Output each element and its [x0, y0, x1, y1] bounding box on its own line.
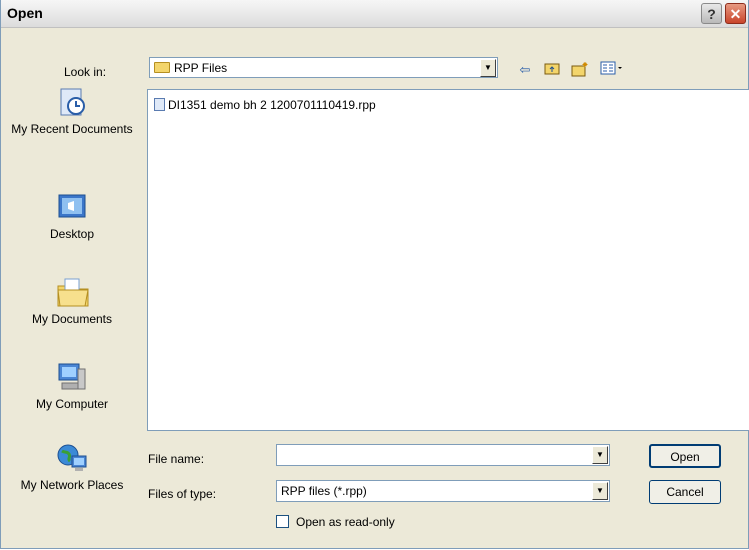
view-menu-icon[interactable] — [599, 61, 625, 79]
folder-icon — [154, 62, 170, 73]
my-documents-icon — [56, 276, 89, 308]
close-button[interactable]: ✕ — [725, 3, 746, 24]
read-only-label: Open as read-only — [296, 515, 395, 529]
look-in-combo[interactable]: RPP Files ▼ — [149, 57, 498, 78]
file-name-label: File name: — [148, 452, 205, 466]
desktop-icon — [56, 191, 88, 223]
places-bar: My Recent Documents Desktop My Documents… — [6, 86, 138, 526]
place-my-documents[interactable]: My Documents — [6, 276, 138, 326]
file-item[interactable]: DI1351 demo bh 2 1200701110419.rpp — [154, 98, 376, 112]
place-label: My Recent Documents — [11, 122, 133, 136]
recent-documents-icon — [56, 86, 88, 118]
up-folder-icon[interactable] — [543, 61, 561, 79]
file-type-label: Files of type: — [148, 487, 217, 501]
file-type-dropdown-button[interactable]: ▼ — [592, 482, 608, 500]
file-name-dropdown-button[interactable]: ▼ — [592, 446, 608, 464]
place-network-places[interactable]: My Network Places — [6, 442, 138, 492]
network-places-icon — [56, 442, 88, 474]
file-name-text: DI1351 demo bh 2 1200701110419.rpp — [168, 98, 376, 112]
new-folder-icon[interactable] — [571, 61, 589, 79]
look-in-label: Look in: — [64, 65, 107, 79]
my-computer-icon — [56, 361, 88, 393]
open-button[interactable]: Open — [649, 444, 721, 468]
place-label: My Network Places — [20, 478, 124, 492]
title-bar[interactable]: Open ? ✕ — [1, 0, 748, 28]
file-name-combo[interactable]: ▼ — [276, 444, 610, 466]
place-label: My Documents — [31, 312, 113, 326]
place-my-computer[interactable]: My Computer — [6, 361, 138, 411]
rpp-file-icon — [154, 98, 165, 111]
place-recent-documents[interactable]: My Recent Documents — [6, 86, 138, 136]
read-only-checkbox[interactable] — [276, 515, 289, 528]
back-arrow-icon[interactable]: ⇦ — [516, 61, 534, 79]
file-type-value: RPP files (*.rpp) — [281, 484, 367, 498]
look-in-value: RPP Files — [174, 61, 228, 75]
look-in-dropdown-button[interactable]: ▼ — [480, 59, 496, 77]
window-title: Open — [7, 5, 43, 21]
file-type-combo[interactable]: RPP files (*.rpp) ▼ — [276, 480, 610, 502]
open-dialog: Open ? ✕ Look in: RPP Files ▼ ⇦ My Recen… — [0, 0, 749, 549]
help-button[interactable]: ? — [701, 3, 722, 24]
file-list[interactable]: DI1351 demo bh 2 1200701110419.rpp — [147, 89, 749, 431]
place-label: My Computer — [35, 397, 109, 411]
place-desktop[interactable]: Desktop — [6, 191, 138, 241]
place-label: Desktop — [49, 227, 95, 241]
cancel-button[interactable]: Cancel — [649, 480, 721, 504]
